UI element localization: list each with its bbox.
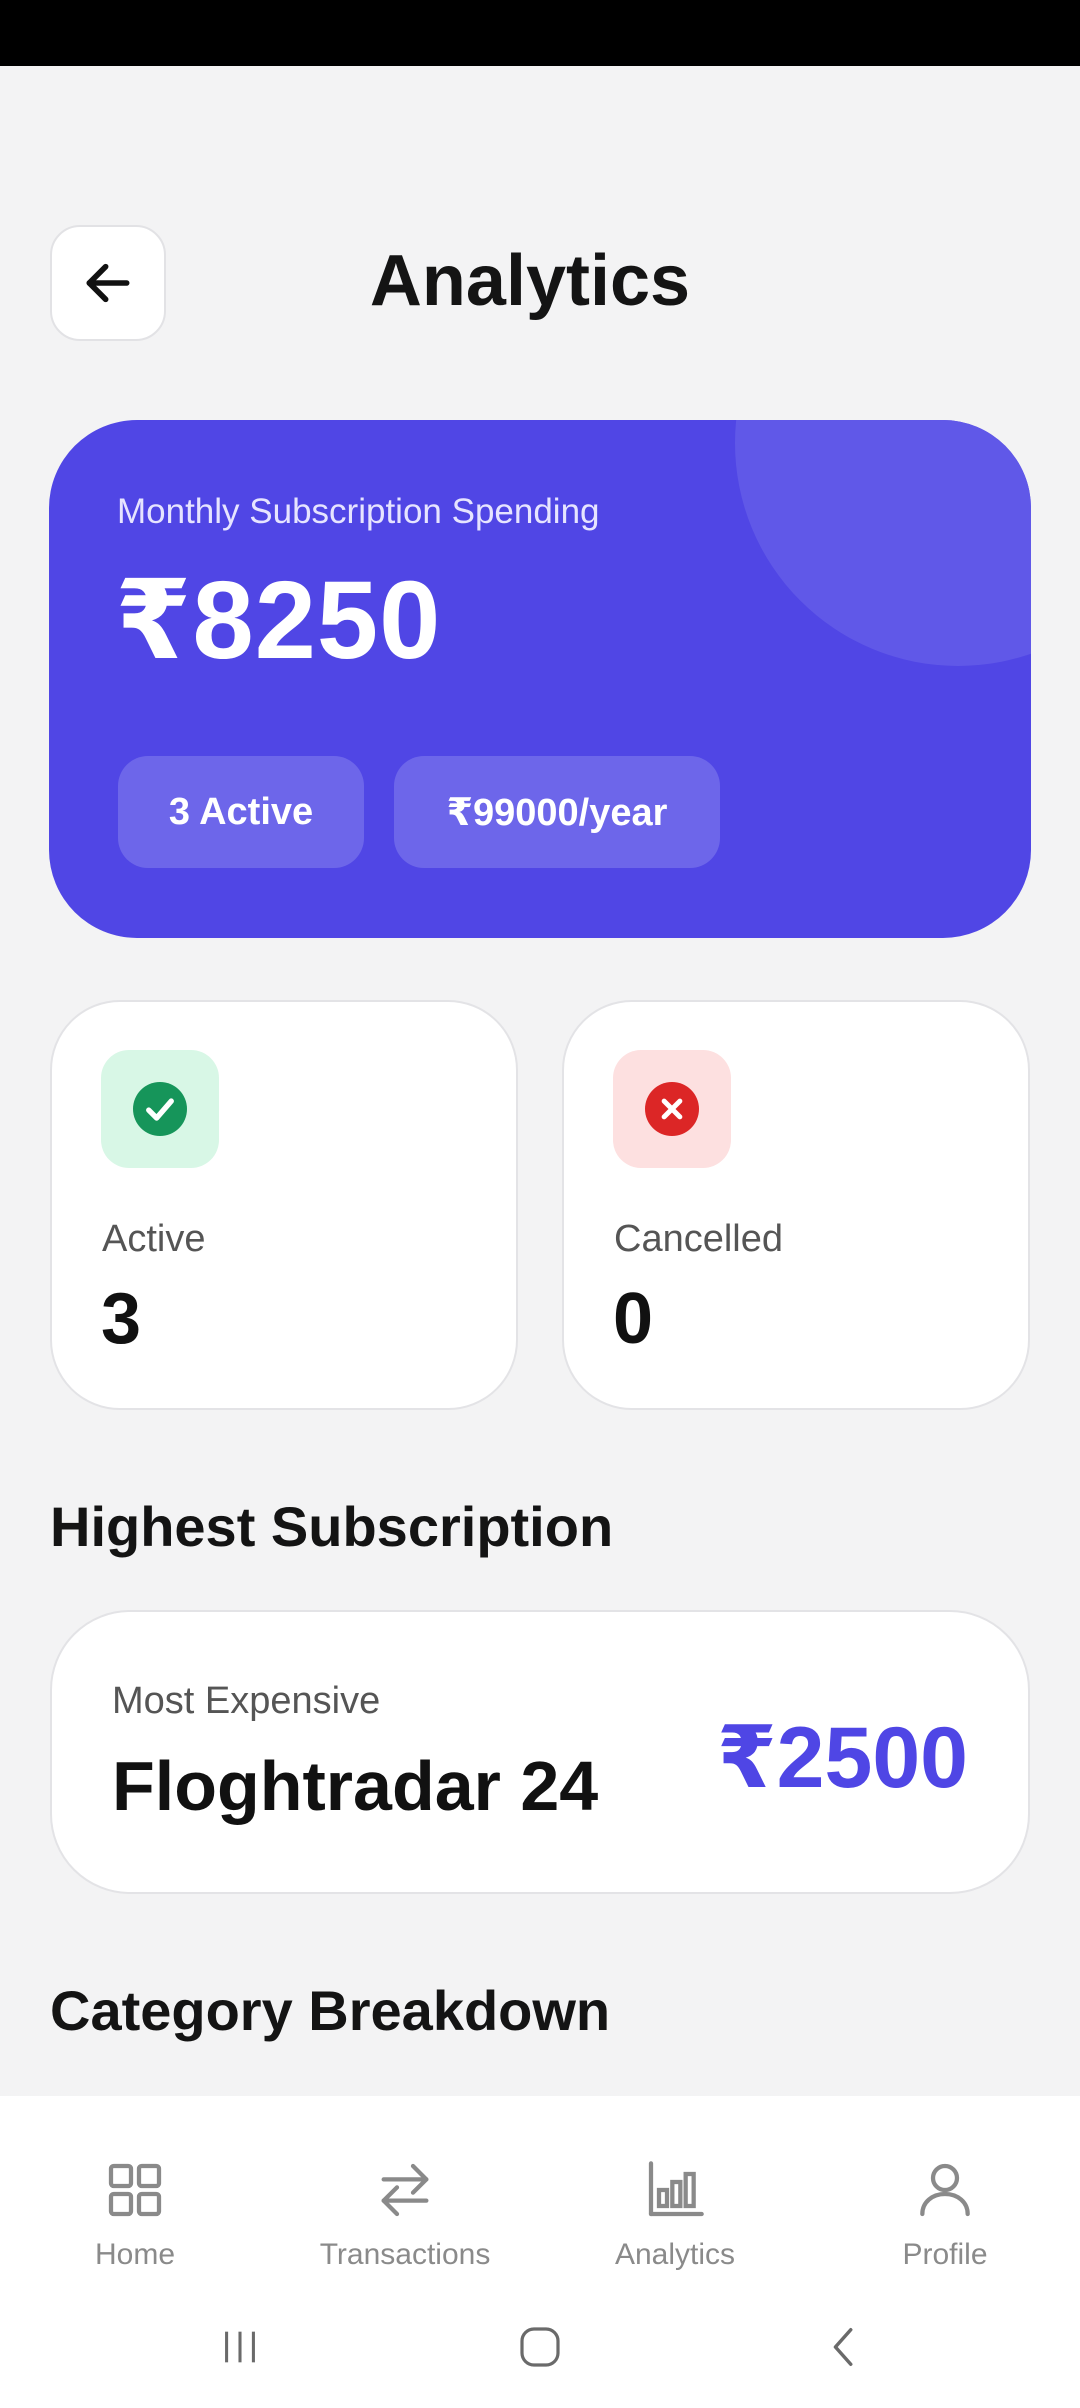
status-bar bbox=[0, 0, 1080, 66]
cancelled-icon-box bbox=[613, 1050, 731, 1168]
recent-apps-button[interactable] bbox=[160, 2286, 320, 2408]
system-home-button[interactable] bbox=[460, 2286, 620, 2408]
decorative-circle bbox=[735, 420, 1031, 666]
monthly-spending-card: Monthly Subscription Spending ₹8250 3 Ac… bbox=[49, 420, 1031, 938]
active-label: Active bbox=[102, 1218, 206, 1260]
bottom-navigation: Home Transactions Analytics Profile bbox=[0, 2096, 1080, 2286]
x-circle-icon bbox=[645, 1082, 699, 1136]
nav-label-analytics: Analytics bbox=[614, 2238, 736, 2271]
active-icon-box bbox=[101, 1050, 219, 1168]
nav-item-analytics[interactable]: Analytics bbox=[540, 2096, 810, 2286]
nav-item-profile[interactable]: Profile bbox=[810, 2096, 1080, 2286]
active-value: 3 bbox=[101, 1279, 142, 1359]
home-circle-icon bbox=[520, 2327, 560, 2367]
check-circle-icon bbox=[133, 1082, 187, 1136]
recent-apps-icon bbox=[225, 2331, 255, 2363]
subscription-name: Floghtradar 24 bbox=[112, 1747, 599, 1825]
nav-item-home[interactable]: Home bbox=[0, 2096, 270, 2286]
yearly-total-pill: ₹99000/year bbox=[394, 756, 720, 868]
grid-icon bbox=[108, 2163, 162, 2217]
spending-amount: ₹8250 bbox=[115, 559, 442, 682]
nav-label-home: Home bbox=[94, 2238, 176, 2271]
cancelled-label: Cancelled bbox=[614, 1218, 783, 1260]
user-icon bbox=[920, 2163, 970, 2217]
system-back-button[interactable] bbox=[765, 2286, 925, 2408]
nav-item-transactions[interactable]: Transactions bbox=[270, 2096, 540, 2286]
cancelled-stat-card: Cancelled 0 bbox=[562, 1000, 1030, 1410]
spending-label: Monthly Subscription Spending bbox=[117, 492, 600, 531]
back-chevron-icon bbox=[833, 2328, 853, 2366]
page-title: Analytics bbox=[369, 241, 691, 321]
most-expensive-label: Most Expensive bbox=[112, 1680, 381, 1722]
bar-chart-icon bbox=[648, 2161, 704, 2217]
category-breakdown-heading: Category Breakdown bbox=[50, 1979, 611, 2042]
active-stat-card: Active 3 bbox=[50, 1000, 518, 1410]
system-navigation-bar bbox=[0, 2286, 1080, 2408]
nav-label-profile: Profile bbox=[902, 2238, 988, 2271]
swap-arrows-icon bbox=[381, 2163, 429, 2217]
active-count-pill: 3 Active bbox=[118, 756, 364, 868]
highest-subscription-card[interactable]: Most Expensive Floghtradar 24 ₹2500 bbox=[50, 1610, 1030, 1894]
highest-subscription-heading: Highest Subscription bbox=[50, 1495, 614, 1558]
nav-label-transactions: Transactions bbox=[319, 2238, 491, 2271]
cancelled-value: 0 bbox=[613, 1279, 654, 1359]
subscription-price: ₹2500 bbox=[716, 1710, 968, 1806]
